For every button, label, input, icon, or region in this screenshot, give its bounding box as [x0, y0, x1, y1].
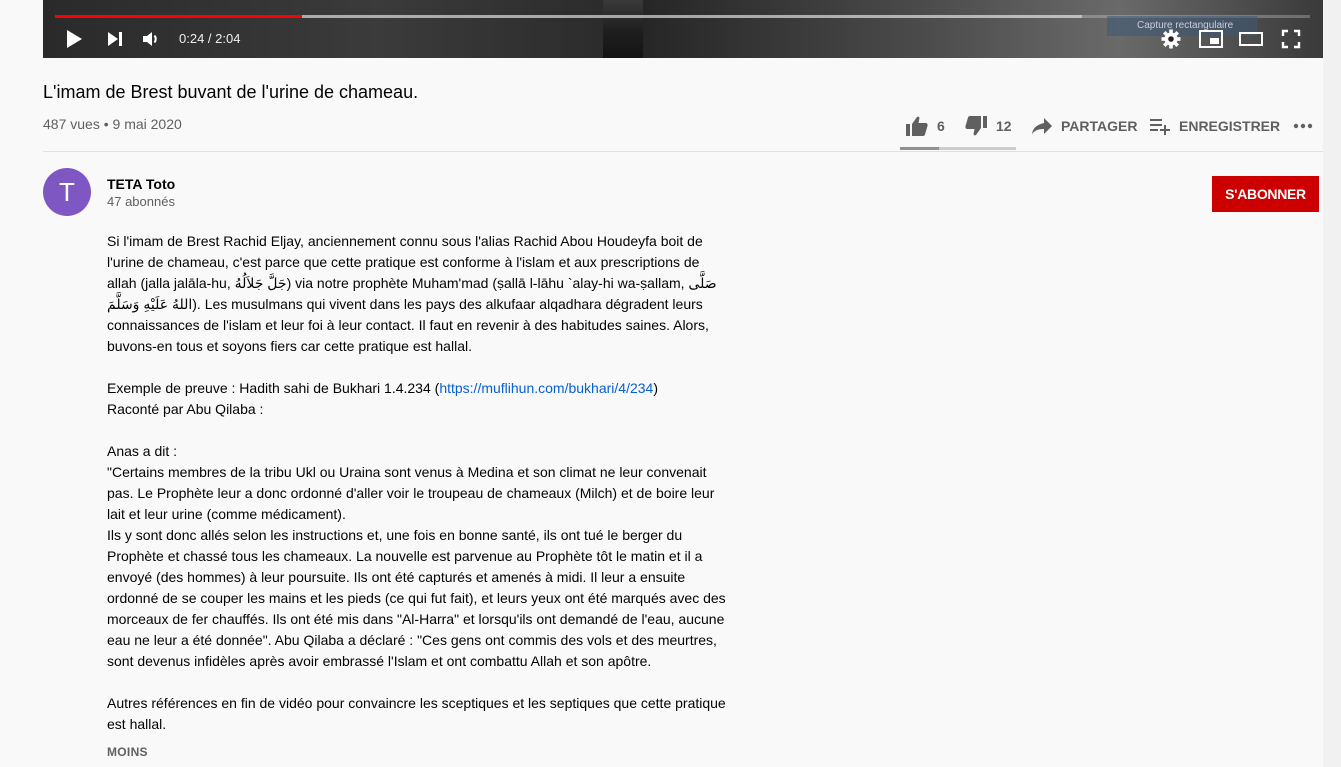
- description-quote-2: Ils y sont donc allés selon les instruct…: [107, 527, 726, 669]
- subscribe-button[interactable]: S'ABONNER: [1212, 176, 1319, 212]
- like-count: 6: [937, 118, 945, 134]
- dislike-count: 12: [996, 118, 1012, 134]
- time-total: 2:04: [215, 31, 241, 46]
- time-display: 0:24 / 2:04: [179, 31, 240, 47]
- video-description: Si l'imam de Brest Rachid Eljay, ancienn…: [107, 231, 727, 735]
- theater-icon: [1239, 32, 1263, 46]
- thumbs-down-icon: [965, 116, 987, 136]
- page-scrollbar[interactable]: [1323, 0, 1341, 767]
- volume-button[interactable]: [140, 27, 164, 51]
- description-paragraph-intro: Si l'imam de Brest Rachid Eljay, ancienn…: [107, 233, 717, 354]
- playlist-add-icon: [1150, 119, 1170, 135]
- video-player[interactable]: Capture rectangulaire 0:24 / 2:04: [43, 0, 1323, 58]
- play-button[interactable]: [62, 27, 86, 51]
- volume-icon: [143, 32, 157, 46]
- hadith-link[interactable]: https://muflihun.com/bukhari/4/234: [439, 380, 653, 396]
- dislike-button[interactable]: 12: [964, 112, 1012, 140]
- subscriber-count: 47 abonnés: [107, 194, 175, 209]
- thumbs-up-icon: [906, 116, 928, 136]
- proof-suffix: ): [653, 380, 658, 396]
- progress-played: [55, 15, 303, 18]
- section-divider: [43, 151, 1323, 152]
- view-count: 487 vues: [43, 116, 100, 132]
- meta-dot: •: [99, 116, 113, 132]
- fullscreen-button[interactable]: [1279, 27, 1303, 51]
- settings-button[interactable]: [1159, 27, 1183, 51]
- share-arrow-icon: [1032, 118, 1052, 134]
- gear-icon: [1161, 29, 1181, 49]
- play-icon: [67, 30, 82, 48]
- description-closing: Autres références en fin de vidéo pour c…: [107, 695, 726, 732]
- save-label: ENREGISTRER: [1179, 118, 1281, 134]
- like-action[interactable]: 6: [905, 115, 945, 137]
- next-icon: [108, 32, 122, 46]
- show-less-button[interactable]: MOINS: [107, 745, 148, 759]
- description-proof: Exemple de preuve : Hadith sahi de Bukha…: [107, 378, 727, 399]
- channel-name[interactable]: TETA Toto: [107, 176, 175, 192]
- share-action[interactable]: PARTAGER: [1031, 116, 1137, 136]
- description-quote-1: "Certains membres de la tribu Ukl ou Ura…: [107, 464, 715, 522]
- time-separator: /: [204, 31, 216, 46]
- time-current: 0:24: [179, 31, 205, 46]
- video-meta: 487 vues • 9 mai 2020: [43, 115, 182, 133]
- channel-avatar[interactable]: T: [43, 168, 91, 216]
- like-dislike-ratio-bar: [900, 147, 1016, 150]
- video-title: L'imam de Brest buvant de l'urine de cha…: [43, 82, 419, 102]
- save-action[interactable]: ENREGISTRER: [1149, 116, 1280, 136]
- miniplayer-icon: [1199, 30, 1223, 48]
- theater-mode-button[interactable]: [1239, 27, 1263, 51]
- next-button[interactable]: [103, 27, 127, 51]
- share-button[interactable]: PARTAGER: [1031, 112, 1137, 140]
- more-dots-icon: [1293, 123, 1313, 129]
- share-label: PARTAGER: [1061, 118, 1138, 134]
- upload-date: 9 mai 2020: [112, 116, 182, 132]
- like-ratio-fill: [900, 147, 939, 150]
- like-button[interactable]: 6: [905, 112, 945, 140]
- more-actions-button[interactable]: [1293, 112, 1313, 140]
- miniplayer-button[interactable]: [1199, 27, 1223, 51]
- description-anas: Anas a dit :: [107, 443, 178, 459]
- proof-prefix: Exemple de preuve : Hadith sahi de Bukha…: [107, 380, 440, 396]
- description-narrated: Raconté par Abu Qilaba :: [107, 401, 264, 417]
- fullscreen-icon: [1281, 29, 1301, 49]
- video-frame-left: [43, 0, 603, 58]
- dislike-action[interactable]: 12: [964, 115, 1012, 137]
- save-button[interactable]: ENREGISTRER: [1149, 112, 1280, 140]
